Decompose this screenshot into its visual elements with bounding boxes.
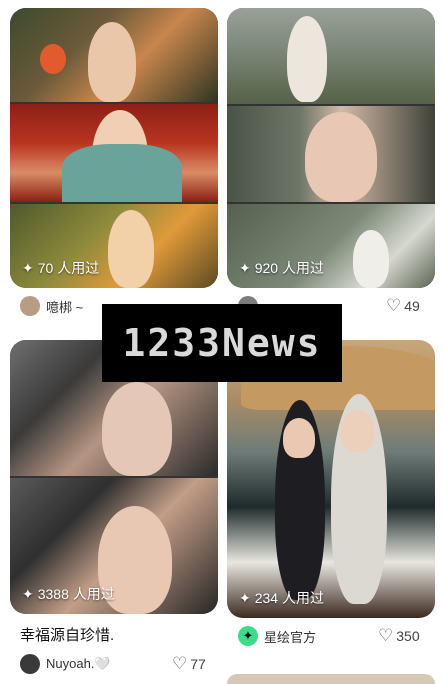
like-button[interactable]: ♡ 350 (378, 626, 420, 646)
star-badge-icon: ✦ (238, 626, 258, 646)
next-card-preview[interactable] (227, 674, 435, 684)
card-image-panel (10, 8, 218, 102)
template-card[interactable]: ✦ 920 人用过 (227, 8, 435, 288)
like-button[interactable]: ♡ 49 (386, 296, 420, 316)
heart-icon: ♡ (386, 296, 402, 315)
sparkle-icon: ✦ (239, 259, 251, 276)
avatar (20, 654, 40, 674)
watermark: 1233News (102, 304, 342, 382)
usage-count: ✦ 920 人用过 (239, 258, 324, 278)
like-count: 49 (404, 298, 420, 314)
watermark-text: 1233News (122, 321, 322, 365)
usage-count-text: 3388 人用过 (37, 586, 115, 602)
usage-count-text: 70 人用过 (37, 260, 100, 276)
card-title[interactable]: 幸福源自珍惜. (20, 624, 114, 645)
usage-count: ✦ 70 人用过 (22, 258, 99, 278)
usage-count-text: 920 人用过 (254, 260, 324, 276)
template-card[interactable]: ✦ 70 人用过 (10, 8, 218, 288)
heart-icon: ♡ (378, 626, 394, 645)
usage-count: ✦ 234 人用过 (239, 588, 324, 608)
author-name: Nuyoah.🤍 (46, 656, 111, 671)
author-name: 星绘官方 (264, 629, 317, 645)
sparkle-icon: ✦ (22, 259, 34, 276)
like-count: 77 (190, 656, 206, 672)
like-button[interactable]: ♡ 77 (172, 654, 206, 674)
card-image-panel (10, 104, 218, 202)
usage-count-text: 234 人用过 (254, 590, 324, 606)
like-count: 350 (396, 628, 420, 644)
sparkle-icon: ✦ (239, 589, 251, 606)
heart-icon: ♡ (172, 654, 188, 673)
author-name: 噫梆 ~ (46, 299, 84, 315)
card-image-panel (227, 8, 435, 104)
usage-count: ✦ 3388 人用过 (22, 584, 115, 604)
card-image-panel (227, 106, 435, 202)
sparkle-icon: ✦ (22, 585, 34, 602)
author-row[interactable]: ✦ 星绘官方 (238, 626, 316, 646)
author-row[interactable]: 噫梆 ~ (20, 296, 83, 316)
author-row[interactable]: Nuyoah.🤍 (20, 654, 111, 674)
avatar (20, 296, 40, 316)
